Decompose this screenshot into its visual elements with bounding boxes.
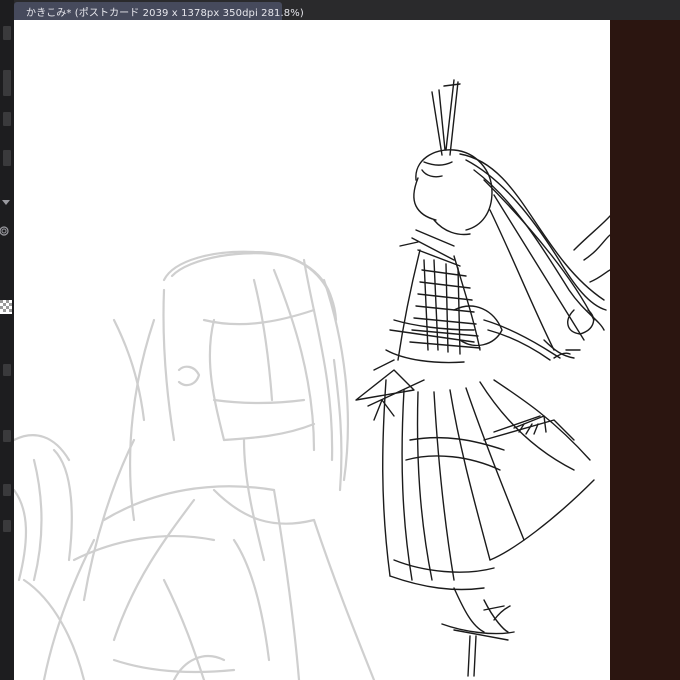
- document-tab[interactable]: かきこみ* (ポストカード 2039 x 1378px 350dpi 281.8…: [14, 2, 304, 20]
- document-tab-bar: かきこみ* (ポストカード 2039 x 1378px 350dpi 281.8…: [14, 0, 680, 20]
- tool-button[interactable]: [3, 430, 11, 442]
- document-title: かきこみ* (ポストカード 2039 x 1378px 350dpi 281.8…: [26, 7, 304, 19]
- pasteboard-area: [610, 20, 680, 680]
- tool-button[interactable]: [3, 520, 11, 532]
- canvas-artwork: [14, 79, 610, 680]
- tool-property-strip: [0, 0, 14, 680]
- spiral-icon[interactable]: [0, 224, 14, 238]
- tool-button[interactable]: [3, 484, 11, 496]
- triangle-down-icon[interactable]: [0, 196, 14, 210]
- tool-button[interactable]: [3, 26, 11, 40]
- transparency-icon[interactable]: [0, 300, 14, 314]
- rough-sketch-layer: [14, 250, 376, 680]
- line-art-layer: [355, 79, 610, 677]
- drawing-canvas[interactable]: [14, 20, 610, 680]
- tool-button[interactable]: [3, 70, 11, 96]
- tool-button[interactable]: [3, 112, 11, 126]
- tool-button[interactable]: [3, 150, 11, 166]
- tool-button[interactable]: [3, 364, 11, 376]
